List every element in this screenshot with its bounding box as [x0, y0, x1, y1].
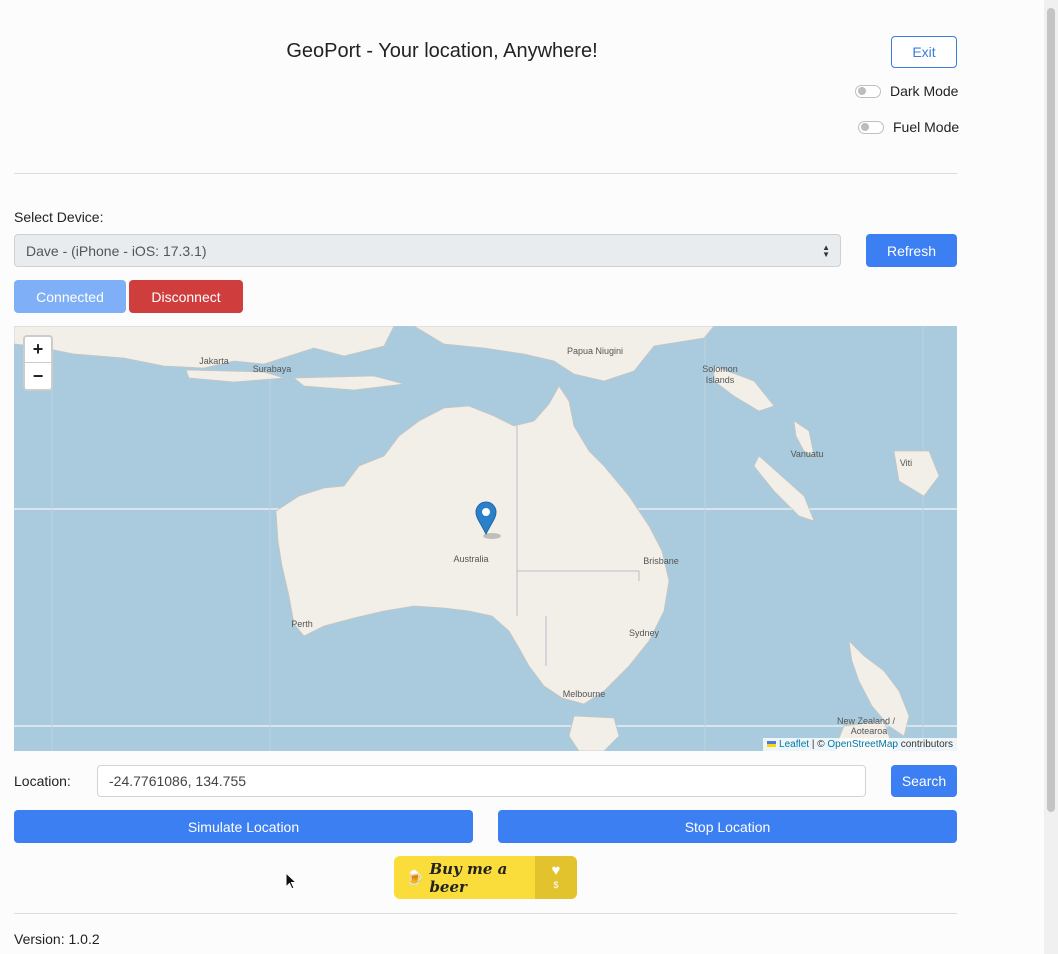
place-label: Vanuatu: [791, 449, 824, 459]
fuel-mode-switch[interactable]: [858, 120, 884, 134]
land-australia: [275, 385, 670, 705]
dark-mode-label: Dark Mode: [890, 83, 959, 99]
buy-me-a-beer-button[interactable]: 🍺 Buy me a beer ♥ $: [394, 856, 577, 899]
footer-divider: [14, 913, 957, 914]
mouse-cursor-icon: [285, 872, 297, 890]
attribution-sep: | ©: [811, 739, 825, 750]
place-label: Solomon: [702, 364, 738, 374]
land-tasmania: [568, 715, 620, 751]
land-islands: [293, 375, 405, 391]
place-label: Jakarta: [199, 356, 229, 366]
device-select[interactable]: Dave - (iPhone - iOS: 17.3.1) ▲ ▼: [14, 234, 841, 267]
dark-mode-switch[interactable]: [855, 84, 881, 98]
stop-location-button[interactable]: Stop Location: [498, 810, 957, 843]
place-label: Melbourne: [563, 689, 606, 699]
zoom-control: + −: [23, 335, 53, 391]
map-attribution: Leaflet | © OpenStreetMap contributors: [763, 738, 957, 751]
heart-icon: ♥: [551, 861, 561, 879]
ukraine-flag-icon: [767, 741, 777, 748]
header-divider: [14, 173, 957, 174]
simulate-location-button[interactable]: Simulate Location: [14, 810, 473, 843]
place-label: Aotearoa: [851, 726, 888, 736]
osm-link[interactable]: OpenStreetMap: [827, 739, 898, 750]
place-label: Perth: [291, 619, 313, 629]
beer-mug-icon: 🍺: [406, 869, 424, 886]
disconnect-button[interactable]: Disconnect: [129, 280, 243, 313]
select-device-label: Select Device:: [14, 209, 104, 225]
buy-me-a-beer-label: Buy me a beer: [429, 859, 508, 896]
select-caret-icon: ▲ ▼: [822, 243, 830, 259]
refresh-button[interactable]: Refresh: [866, 234, 957, 267]
place-label: New Zealand /: [837, 716, 896, 726]
scrollbar-thumb[interactable]: [1047, 8, 1055, 812]
fuel-mode-label: Fuel Mode: [893, 119, 960, 135]
place-label: Islands: [706, 375, 735, 385]
map[interactable]: Jakarta Surabaya Papua Niugini Solomon I…: [14, 326, 957, 751]
place-label: Surabaya: [253, 364, 292, 374]
location-input-value: -24.7761086, 134.755: [109, 773, 247, 789]
version-label: Version: 1.0.2: [14, 931, 100, 947]
place-label: Australia: [453, 554, 488, 564]
coin-icon: $: [553, 879, 559, 890]
location-input[interactable]: -24.7761086, 134.755: [97, 765, 866, 797]
land-new-caledonia: [753, 455, 815, 522]
location-label: Location:: [14, 773, 71, 789]
connected-button: Connected: [14, 280, 126, 313]
page-title: GeoPort - Your location, Anywhere!: [286, 40, 598, 62]
device-select-value: Dave - (iPhone - iOS: 17.3.1): [26, 242, 207, 259]
land-png: [413, 326, 715, 382]
attribution-suffix: contributors: [900, 739, 953, 750]
search-button[interactable]: Search: [891, 765, 957, 797]
fuel-mode-toggle[interactable]: Fuel Mode: [858, 119, 959, 135]
leaflet-link[interactable]: Leaflet: [779, 739, 809, 750]
place-label: Viti: [900, 458, 912, 468]
place-label: Sydney: [629, 628, 660, 638]
place-label: Papua Niugini: [567, 346, 623, 356]
map-tiles: Jakarta Surabaya Papua Niugini Solomon I…: [14, 326, 957, 751]
exit-button[interactable]: Exit: [891, 36, 957, 68]
zoom-in-button[interactable]: +: [25, 337, 51, 363]
marker-center: [482, 508, 490, 516]
dark-mode-toggle[interactable]: Dark Mode: [855, 83, 958, 99]
place-label: Brisbane: [643, 556, 679, 566]
zoom-out-button[interactable]: −: [25, 363, 51, 389]
